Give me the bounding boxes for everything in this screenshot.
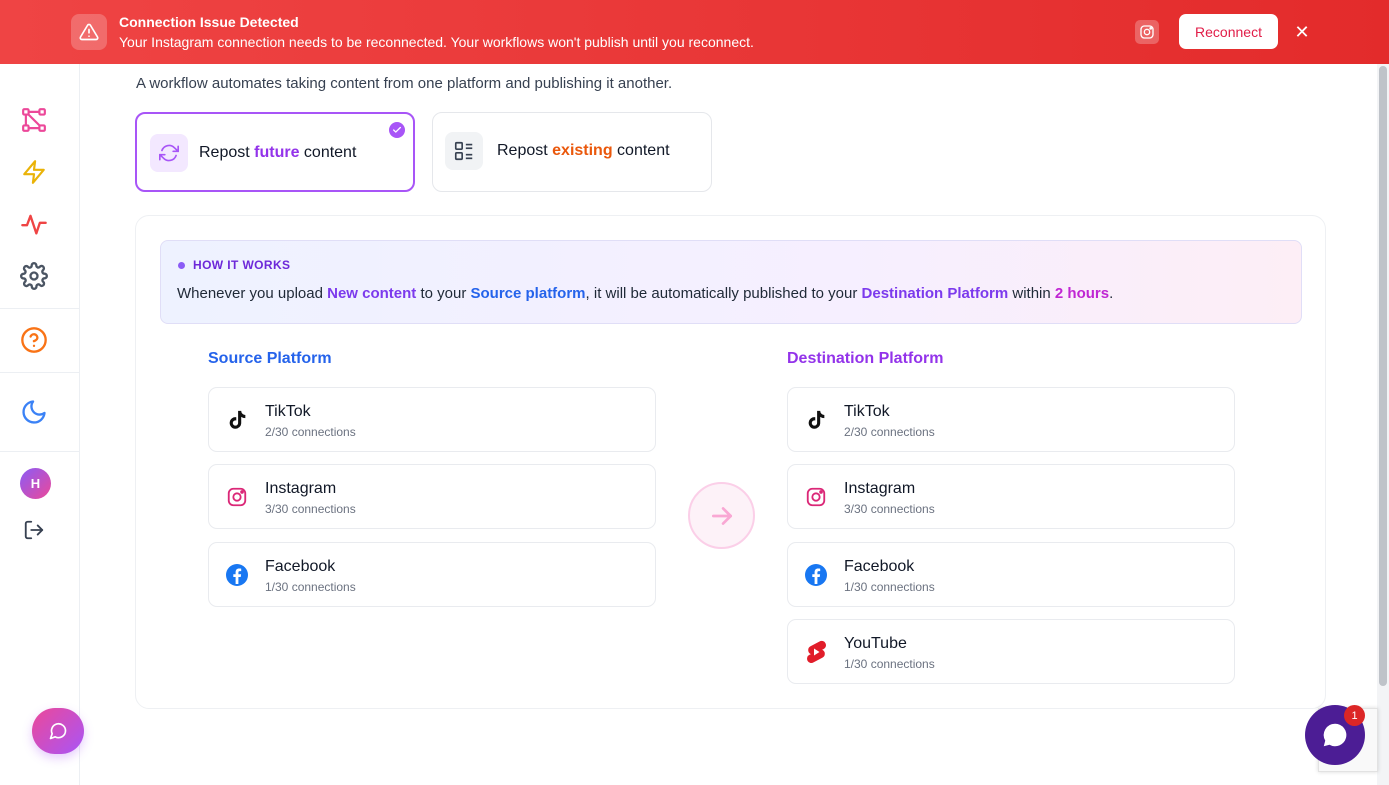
chat-icon[interactable] (32, 708, 84, 754)
sidebar: H (0, 64, 84, 785)
how-it-works-box: HOW IT WORKS Whenever you upload New con… (160, 240, 1302, 324)
platform-name: YouTube (844, 635, 907, 652)
refresh-icon (150, 134, 188, 172)
source-platform-tiktok[interactable]: TikTok 2/30 connections (208, 387, 656, 452)
moon-icon[interactable] (18, 396, 50, 428)
platform-connections: 2/30 connections (844, 425, 935, 439)
check-icon (389, 122, 405, 138)
source-platform-facebook[interactable]: Facebook 1/30 connections (208, 542, 656, 607)
source-platform-instagram[interactable]: Instagram 3/30 connections (208, 464, 656, 529)
destination-platform-tiktok[interactable]: TikTok 2/30 connections (787, 387, 1235, 452)
avatar[interactable]: H (20, 468, 51, 499)
lightning-icon[interactable] (18, 156, 50, 188)
how-dot (178, 262, 185, 269)
reconnect-button[interactable]: Reconnect (1179, 14, 1278, 49)
gear-icon[interactable] (18, 260, 50, 292)
banner-title: Connection Issue Detected (119, 14, 299, 30)
sidebar-divider (0, 308, 80, 309)
platform-connections: 3/30 connections (265, 502, 356, 516)
sidebar-divider (0, 372, 80, 373)
list-icon (445, 132, 483, 170)
platform-name: TikTok (844, 403, 890, 420)
facebook-icon (224, 562, 250, 588)
platform-name: Facebook (844, 558, 915, 575)
instagram-icon (803, 484, 829, 510)
destination-platform-youtube[interactable]: YouTube 1/30 connections (787, 619, 1235, 684)
tiktok-icon (224, 407, 250, 433)
tab-existing-label: Repost existing content (497, 142, 670, 159)
help-icon[interactable] (18, 324, 50, 356)
connection-issue-banner: Connection Issue Detected Your Instagram… (0, 0, 1389, 64)
platform-name: Facebook (265, 558, 336, 575)
activity-icon[interactable] (18, 208, 50, 240)
platform-connections: 3/30 connections (844, 502, 935, 516)
destination-platform-title: Destination Platform (787, 350, 944, 367)
youtube-icon (803, 639, 829, 665)
tab-repost-future[interactable]: Repost future content (135, 112, 415, 192)
platform-name: Instagram (844, 480, 916, 497)
platform-connections: 1/30 connections (844, 657, 935, 671)
instagram-icon (1135, 20, 1159, 44)
platform-name: TikTok (265, 403, 311, 420)
logout-icon[interactable] (18, 514, 50, 546)
platform-connections: 1/30 connections (265, 580, 356, 594)
notification-badge: 1 (1344, 705, 1365, 726)
how-it-works-text: Whenever you upload New content to your … (177, 285, 1114, 302)
destination-platform-instagram[interactable]: Instagram 3/30 connections (787, 464, 1235, 529)
platform-name: Instagram (265, 480, 337, 497)
tab-repost-existing[interactable]: Repost existing content (432, 112, 712, 192)
arrow-right-icon (688, 482, 755, 549)
close-icon[interactable]: ✕ (1292, 22, 1312, 42)
workflows-icon[interactable] (18, 104, 50, 136)
tab-future-label: Repost future content (199, 144, 357, 161)
tiktok-icon (803, 407, 829, 433)
source-platform-title: Source Platform (208, 350, 332, 367)
facebook-icon (803, 562, 829, 588)
workflow-intro: A workflow automates taking content from… (136, 75, 673, 92)
sidebar-divider (0, 451, 80, 452)
banner-message: Your Instagram connection needs to be re… (119, 34, 754, 50)
instagram-icon (224, 484, 250, 510)
destination-platform-facebook[interactable]: Facebook 1/30 connections (787, 542, 1235, 607)
warning-icon (71, 14, 107, 50)
platform-connections: 1/30 connections (844, 580, 935, 594)
platform-connections: 2/30 connections (265, 425, 356, 439)
how-it-works-title: HOW IT WORKS (193, 258, 291, 272)
scrollbar-thumb[interactable] (1379, 66, 1387, 686)
